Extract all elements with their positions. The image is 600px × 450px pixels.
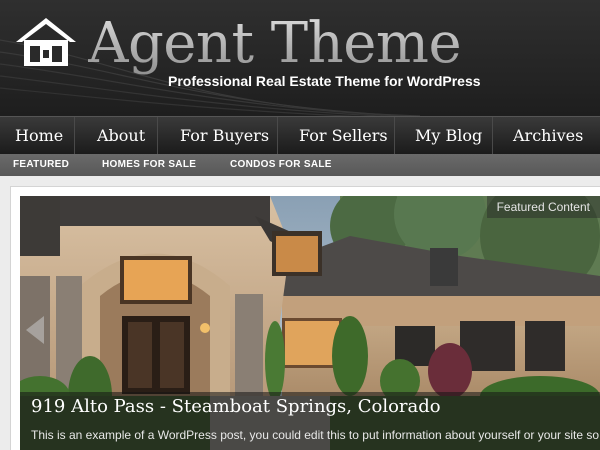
featured-content-label: Featured Content [486,196,600,218]
nav-divider [277,117,278,155]
site-title[interactable]: Agent Theme [88,8,462,80]
site-header: Agent Theme Professional Real Estate The… [0,0,600,116]
subnav-item-condos-for-sale[interactable]: CONDOS FOR SALE [230,154,332,176]
slide-excerpt: This is an example of a WordPress post, … [31,428,600,442]
slide-caption: 919 Alto Pass - Steamboat Springs, Color… [20,392,600,450]
nav-divider [157,117,158,155]
nav-item-about[interactable]: About [97,117,145,155]
house-logo-icon[interactable] [14,16,78,68]
nav-divider [74,117,75,155]
site-tagline: Professional Real Estate Theme for WordP… [168,73,481,89]
subnav-item-homes-for-sale[interactable]: HOMES FOR SALE [102,154,196,176]
arrow-left-icon[interactable] [22,314,50,346]
nav-divider [492,117,493,155]
featured-slider[interactable]: Featured Content 919 Alto Pass - Steambo… [20,196,600,450]
nav-item-for-sellers[interactable]: For Sellers [299,117,388,155]
nav-item-my-blog[interactable]: My Blog [415,117,482,155]
nav-item-archives[interactable]: Archives [513,117,583,155]
secondary-nav: FEATURED HOMES FOR SALE CONDOS FOR SALE [0,154,600,176]
nav-item-home[interactable]: Home [15,117,63,155]
subnav-item-featured[interactable]: FEATURED [13,154,69,176]
primary-nav: Home About For Buyers For Sellers My Blo… [0,116,600,155]
nav-item-for-buyers[interactable]: For Buyers [180,117,269,155]
nav-divider [394,117,395,155]
slide-title[interactable]: 919 Alto Pass - Steamboat Springs, Color… [31,396,441,417]
